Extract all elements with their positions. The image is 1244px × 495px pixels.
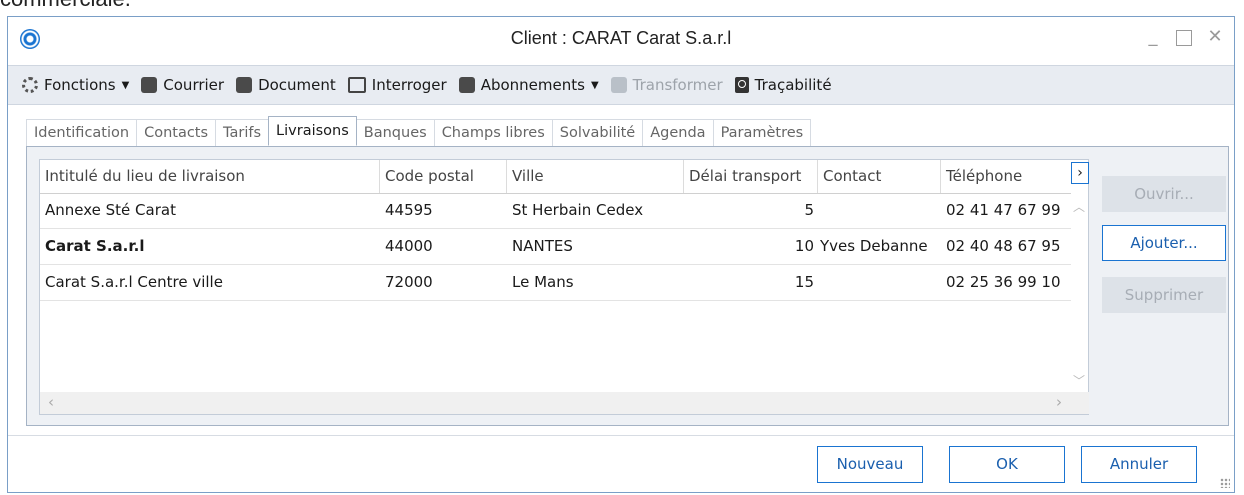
- cell-telephone: 02 40 48 67 95: [946, 237, 1061, 255]
- scroll-down-icon[interactable]: ﹀: [1073, 372, 1085, 389]
- window-controls: _ ✕: [1144, 25, 1224, 49]
- toolbar-label: Courrier: [163, 76, 225, 94]
- delete-button[interactable]: Supprimer: [1102, 277, 1226, 313]
- tab-champs-libres[interactable]: Champs libres: [433, 119, 553, 146]
- tab-parametres[interactable]: Paramètres: [712, 119, 812, 146]
- toolbar-document-button[interactable]: Document: [234, 71, 338, 99]
- tab-solvabilite[interactable]: Solvabilité: [551, 119, 644, 146]
- toolbar-label: Traçabilité: [754, 76, 832, 94]
- maximize-icon[interactable]: [1176, 30, 1192, 46]
- delivery-grid: Intitulé du lieu de livraison Code posta…: [39, 159, 1089, 415]
- cell-intitule: Carat S.a.r.l Centre ville: [45, 273, 223, 291]
- window-title: Client : CARAT Carat S.a.r.l: [510, 28, 732, 48]
- title-bar: Client : CARAT Carat S.a.r.l _ ✕: [8, 17, 1234, 63]
- search-icon: [734, 77, 749, 93]
- footer-divider: [8, 435, 1234, 436]
- cell-contact: Yves Debanne: [820, 237, 928, 255]
- toolbar-abonnements-button[interactable]: Abonnements ▼: [457, 71, 601, 99]
- toolbar-label: Abonnements: [480, 76, 585, 94]
- toolbar-interroger-button[interactable]: Interroger: [346, 71, 449, 99]
- minimize-icon[interactable]: _: [1144, 25, 1162, 49]
- table-row[interactable]: Annexe Sté Carat 44595 St Herbain Cedex …: [40, 193, 1071, 229]
- toolbar-transformer-button[interactable]: Transformer: [609, 71, 725, 99]
- tab-contacts[interactable]: Contacts: [136, 119, 217, 146]
- cell-intitule: Carat S.a.r.l: [45, 237, 145, 255]
- table-row[interactable]: Carat S.a.r.l 44000 NANTES 10 Yves Deban…: [40, 229, 1071, 265]
- client-window: Client : CARAT Carat S.a.r.l _ ✕ Fonctio…: [7, 16, 1235, 493]
- scroll-up-icon[interactable]: ︿: [1073, 198, 1085, 215]
- calendar-icon: [458, 77, 475, 93]
- resize-grip-icon[interactable]: [1220, 478, 1230, 488]
- gear-icon: [22, 77, 38, 93]
- tab-identification[interactable]: Identification: [26, 119, 138, 146]
- tab-tarifs[interactable]: Tarifs: [215, 119, 270, 146]
- document-add-icon: [236, 77, 253, 93]
- ok-button[interactable]: OK: [949, 446, 1065, 483]
- toolbar-label: Transformer: [632, 76, 723, 94]
- column-header-code-postal[interactable]: Code postal: [380, 160, 507, 193]
- letter-icon: [141, 77, 158, 93]
- cancel-button[interactable]: Annuler: [1081, 446, 1197, 483]
- toolbar-label: Fonctions: [44, 76, 116, 94]
- horizontal-scrollbar[interactable]: ‹ ›: [40, 392, 1089, 414]
- tab-banques[interactable]: Banques: [355, 119, 435, 146]
- cell-delai: 10: [794, 237, 814, 255]
- tab-strip: Identification Contacts Tarifs Livraison…: [26, 116, 812, 146]
- cell-ville: Le Mans: [512, 273, 574, 291]
- column-header-contact[interactable]: Contact: [818, 160, 941, 193]
- tab-livraisons[interactable]: Livraisons: [268, 116, 357, 145]
- toolbar-label: Document: [258, 76, 336, 94]
- chevron-down-icon: ▼: [590, 79, 599, 91]
- cell-ville: St Herbain Cedex: [512, 201, 644, 219]
- transform-icon: [610, 77, 627, 93]
- grid-header: Intitulé du lieu de livraison Code posta…: [40, 160, 1071, 194]
- close-icon[interactable]: ✕: [1206, 25, 1224, 49]
- toolbar-courrier-button[interactable]: Courrier: [139, 71, 226, 99]
- toolbar: Fonctions ▼ Courrier Document Interroger…: [8, 65, 1234, 105]
- cell-ville: NANTES: [512, 237, 573, 255]
- scroll-columns-right-button[interactable]: ›: [1071, 162, 1089, 184]
- cell-telephone: 02 41 47 67 99: [946, 201, 1061, 219]
- background-text: commerciale.: [0, 0, 131, 12]
- cell-code-postal: 44595: [385, 201, 433, 219]
- column-header-delai[interactable]: Délai transport: [684, 160, 818, 193]
- column-header-ville[interactable]: Ville: [507, 160, 684, 193]
- chevron-down-icon: ▼: [121, 79, 130, 91]
- cell-code-postal: 72000: [385, 273, 433, 291]
- cell-delai: 5: [804, 201, 814, 219]
- new-button[interactable]: Nouveau: [817, 446, 923, 483]
- cell-code-postal: 44000: [385, 237, 433, 255]
- livraisons-panel: Intitulé du lieu de livraison Code posta…: [26, 146, 1229, 426]
- scroll-right-icon[interactable]: ›: [1056, 393, 1062, 411]
- open-button[interactable]: Ouvrir...: [1102, 176, 1226, 212]
- cell-intitule: Annexe Sté Carat: [45, 201, 176, 219]
- tab-agenda[interactable]: Agenda: [642, 119, 714, 146]
- toolbar-fonctions-button[interactable]: Fonctions ▼: [20, 71, 131, 99]
- cell-telephone: 02 25 36 99 10: [946, 273, 1061, 291]
- toolbar-tracabilite-button[interactable]: Traçabilité: [733, 71, 834, 99]
- cell-delai: 15: [794, 273, 814, 291]
- column-header-intitule[interactable]: Intitulé du lieu de livraison: [40, 160, 380, 193]
- query-icon: [347, 77, 366, 93]
- toolbar-label: Interroger: [371, 76, 447, 94]
- add-button[interactable]: Ajouter...: [1102, 225, 1226, 261]
- table-row[interactable]: Carat S.a.r.l Centre ville 72000 Le Mans…: [40, 265, 1071, 301]
- column-header-telephone[interactable]: Téléphone: [941, 160, 1071, 193]
- scroll-left-icon[interactable]: ‹: [48, 393, 54, 411]
